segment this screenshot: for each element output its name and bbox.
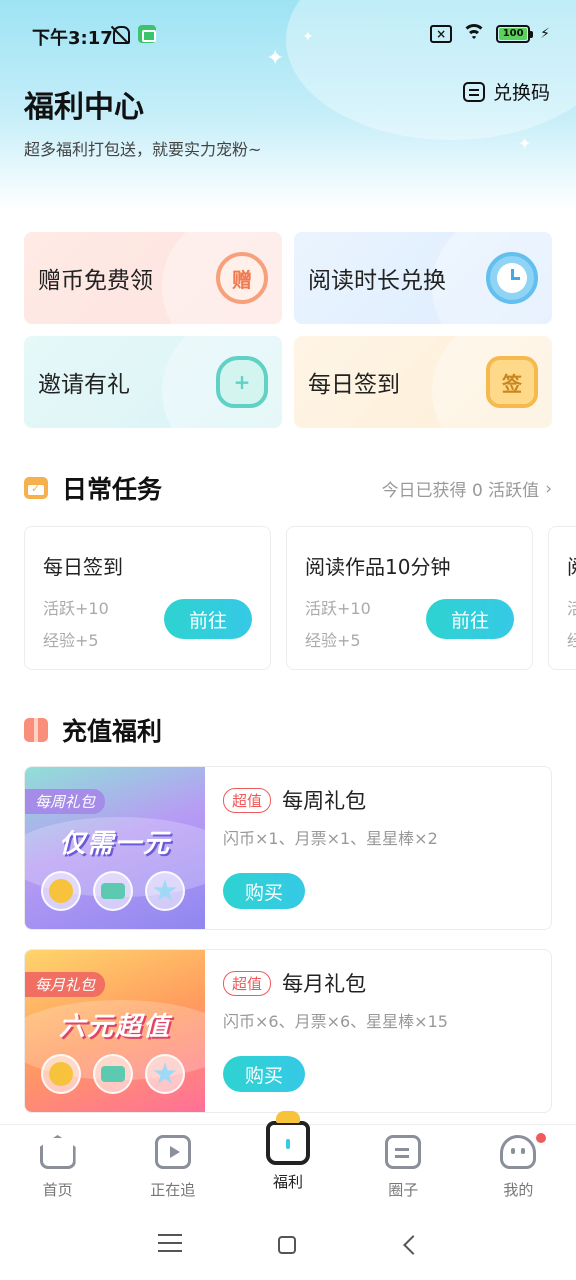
welfare-icon: [266, 1111, 310, 1165]
nav-item-community[interactable]: 圈子: [346, 1125, 461, 1210]
feature-label: 阅读时长兑换: [308, 268, 446, 294]
monthly-pack-banner: 每月礼包 六元超值: [25, 950, 205, 1112]
nav-label: 圈子: [388, 1181, 419, 1199]
notification-dot: [536, 1133, 547, 1143]
task-reward-activity: 活跃+10: [43, 599, 109, 618]
task-card: 每日签到 活跃+10 经验+5 前往: [24, 526, 271, 670]
star-wand-icon: [145, 1054, 185, 1094]
task-card: 阅读作品10分钟 活跃+10 经验+5 前往: [286, 526, 533, 670]
monthly-pack-card[interactable]: 每月礼包 六元超值 超值 每月礼包 闪币×6、月票×6、星星棒×15 购买: [24, 949, 552, 1113]
value-tag: 超值: [223, 787, 272, 813]
status-time: 下午3:17: [32, 28, 113, 49]
pack-ribbon: 每月礼包: [25, 972, 106, 997]
charging-icon: ⚡: [540, 26, 550, 42]
flash-coin-icon: [41, 871, 81, 911]
task-go-button[interactable]: 前往: [164, 599, 252, 639]
tv-icon: [154, 1135, 191, 1169]
pack-slogan: 仅需一元: [58, 829, 171, 859]
nav-item-profile[interactable]: 我的: [461, 1125, 576, 1210]
pack-contents: 闪币×1、月票×1、星星棒×2: [223, 829, 438, 848]
wifi-icon: [462, 24, 487, 44]
daily-tasks-header: 日常任务: [24, 470, 162, 506]
chevron-right-icon: ›: [545, 478, 552, 499]
feature-label: 邀请有礼: [38, 372, 130, 398]
pack-contents: 闪币×6、月票×6、星星棒×15: [223, 1012, 448, 1031]
nav-label: 正在追: [150, 1181, 196, 1199]
task-card-partial[interactable]: 阅 活 经: [548, 526, 576, 670]
battery-level: 100: [499, 28, 528, 40]
task-go-button[interactable]: 前往: [426, 599, 514, 639]
sparkle-icon: ✦: [518, 134, 532, 153]
redeem-code-icon: [462, 81, 485, 102]
profile-icon: [500, 1135, 537, 1169]
star-wand-icon: [145, 871, 185, 911]
task-reward-exp: 经验+5: [305, 631, 361, 650]
calendar-check-icon: [24, 477, 48, 499]
feature-label: 赠币免费领: [38, 268, 153, 294]
home-icon: [39, 1135, 76, 1169]
nav-label: 福利: [273, 1173, 304, 1191]
page-subtitle: 超多福利打包送，就要实力宠粉~: [24, 140, 262, 159]
pack-slogan: 六元超值: [58, 1012, 171, 1042]
feature-invite[interactable]: 邀请有礼 +: [24, 336, 282, 428]
feature-label: 每日签到: [308, 372, 400, 398]
section-title: 日常任务: [62, 475, 163, 504]
bottom-navigation: 首页 正在追 福利 圈子 我的: [0, 1111, 576, 1210]
page-title: 福利中心: [24, 90, 144, 125]
battery-icon: 100: [496, 25, 534, 43]
buy-button[interactable]: 购买: [223, 1056, 305, 1092]
bell-off-icon: [110, 24, 130, 44]
nav-item-following[interactable]: 正在追: [115, 1125, 230, 1210]
pack-name: 每周礼包: [282, 789, 367, 813]
monthly-ticket-icon: [93, 871, 133, 911]
task-name: 阅读作品10分钟: [305, 555, 451, 579]
redeem-code-button[interactable]: 兑换码: [462, 78, 550, 105]
weekly-pack-card[interactable]: 每周礼包 仅需一元 超值 每周礼包 闪币×1、月票×1、星星棒×2 购买: [24, 766, 552, 930]
gift-coin-icon: 赠: [216, 252, 268, 304]
activity-summary: 今日已获得 0 活跃值: [381, 481, 540, 501]
home-button-icon[interactable]: [278, 1236, 296, 1254]
android-notification-icon: [138, 25, 156, 43]
weekly-pack-banner: 每周礼包 仅需一元: [25, 767, 205, 929]
task-reward-exp: 经: [567, 627, 576, 651]
task-reward-activity: 活: [567, 595, 576, 619]
nav-label: 我的: [503, 1181, 534, 1199]
sign-in-badge-icon: 签: [486, 356, 538, 408]
invite-user-icon: +: [216, 356, 268, 408]
status-bar: 下午3:17 × 100 ⚡: [0, 0, 576, 70]
task-reward-exp: 经验+5: [43, 631, 99, 650]
feature-free-coins[interactable]: 赠币免费领 赠: [24, 232, 282, 324]
recharge-header: 充值福利: [24, 712, 162, 748]
nav-item-welfare[interactable]: 福利: [230, 1111, 345, 1210]
activity-summary-link[interactable]: 今日已获得 0 活跃值 ›: [381, 476, 552, 502]
buy-button[interactable]: 购买: [223, 873, 305, 909]
feature-reading-exchange[interactable]: 阅读时长兑换: [294, 232, 552, 324]
back-icon[interactable]: [400, 1234, 424, 1256]
gift-box-icon: [24, 718, 48, 742]
alarm-clock-icon: [486, 252, 538, 304]
pack-name: 每月礼包: [282, 972, 367, 996]
chat-icon: [385, 1135, 422, 1169]
section-title: 充值福利: [62, 717, 163, 746]
monthly-ticket-icon: [93, 1054, 133, 1094]
system-navigation-bar: [0, 1210, 576, 1280]
task-name: 每日签到: [43, 555, 123, 579]
value-tag: 超值: [223, 970, 272, 996]
nav-item-home[interactable]: 首页: [0, 1125, 115, 1210]
recent-apps-icon[interactable]: [158, 1234, 182, 1256]
nav-label: 首页: [42, 1181, 73, 1199]
redeem-code-label: 兑换码: [492, 82, 550, 104]
no-sim-icon: ×: [430, 25, 453, 43]
feature-daily-signin[interactable]: 每日签到 签: [294, 336, 552, 428]
pack-ribbon: 每周礼包: [25, 789, 106, 814]
flash-coin-icon: [41, 1054, 81, 1094]
task-name: 阅: [567, 551, 576, 580]
task-reward-activity: 活跃+10: [305, 599, 371, 618]
